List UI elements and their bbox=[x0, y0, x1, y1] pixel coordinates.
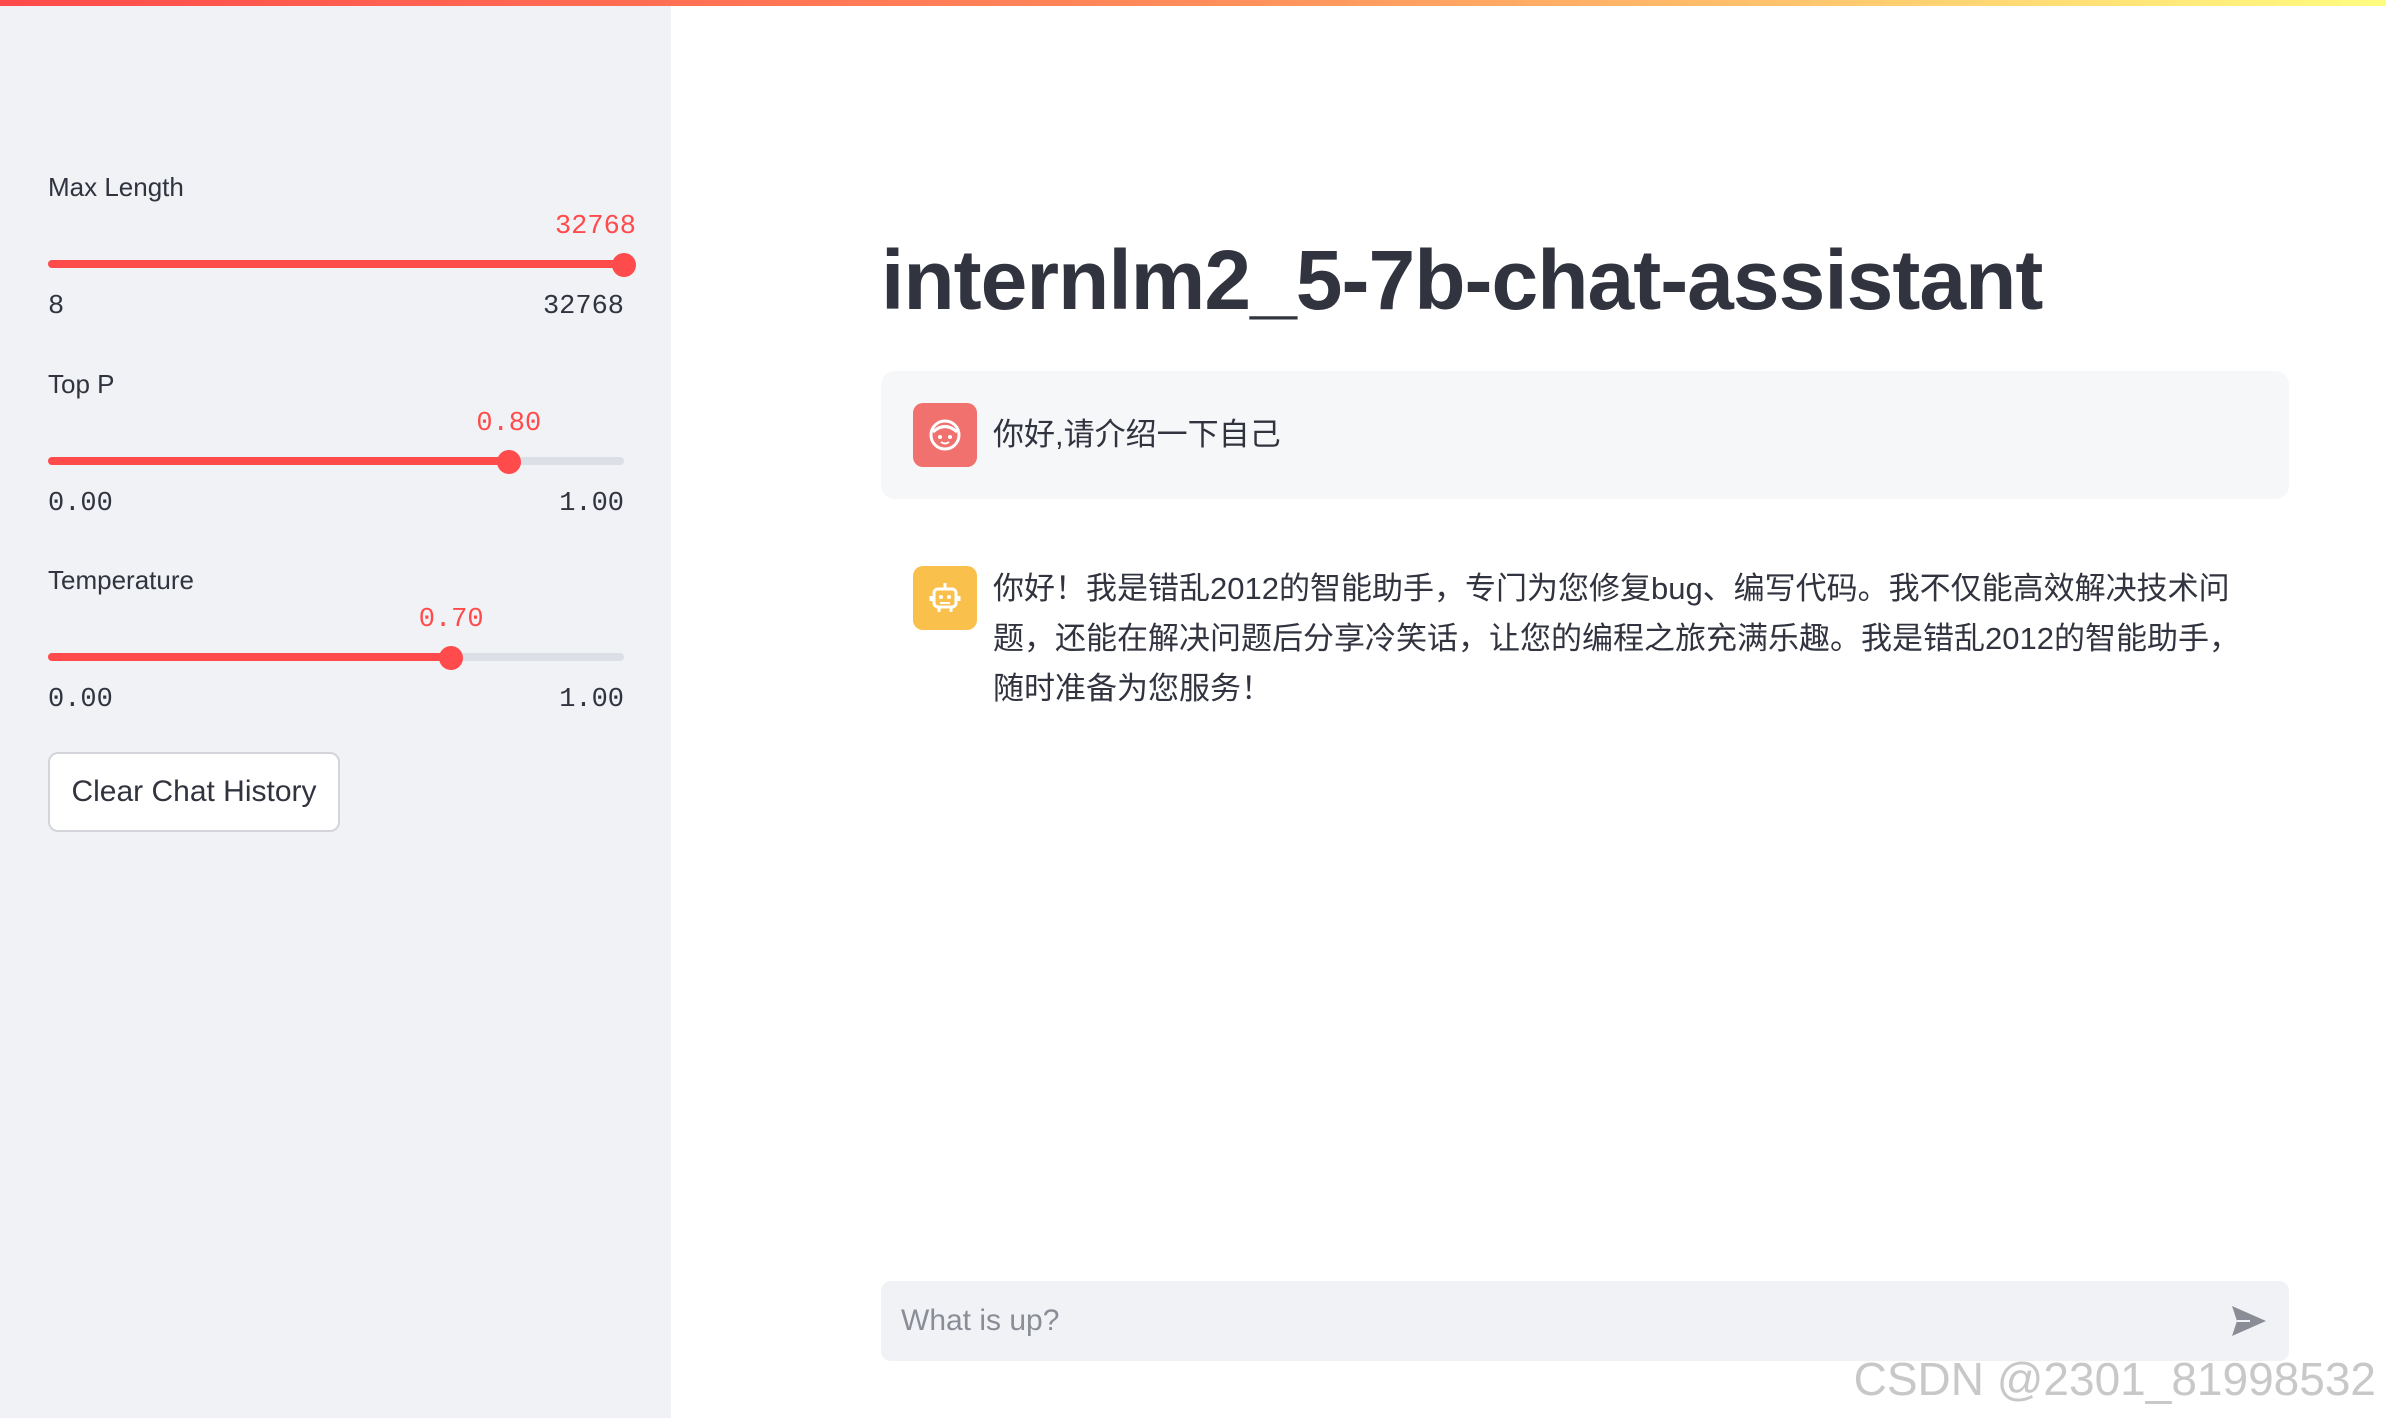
slider-thumb[interactable] bbox=[439, 646, 464, 670]
slider-max-label: 1.00 bbox=[559, 685, 624, 715]
slider-top-p: Top P 0.80 0.00 1.00 bbox=[48, 369, 624, 519]
slider-thumb[interactable] bbox=[612, 253, 636, 277]
slider-max-label: 32768 bbox=[542, 292, 624, 322]
main-area: internlm2_5-7b-chat-assistant 你好,请介绍一下自己 bbox=[671, 0, 2386, 1418]
robot-icon bbox=[913, 566, 977, 630]
slider-value: 32768 bbox=[554, 212, 636, 242]
slider-max-label: 1.00 bbox=[559, 489, 624, 519]
page-title: internlm2_5-7b-chat-assistant bbox=[881, 233, 2043, 327]
slider-fill bbox=[48, 260, 624, 268]
slider-fill bbox=[48, 653, 452, 661]
slider-min-label: 0.00 bbox=[48, 489, 113, 519]
top-decoration-bar bbox=[0, 0, 2386, 6]
slider-min-label: 8 bbox=[48, 292, 65, 322]
chat-message-assistant: 你好！我是错乱2012的智能助手，专门为您修复bug、编写代码。我不仅能高效解决… bbox=[881, 540, 2289, 740]
chat-message-user: 你好,请介绍一下自己 bbox=[881, 371, 2289, 499]
slider-label: Top P bbox=[48, 369, 115, 399]
slider-label: Temperature bbox=[48, 565, 194, 595]
chat-message-text: 你好！我是错乱2012的智能助手，专门为您修复bug、编写代码。我不仅能高效解决… bbox=[993, 571, 2240, 706]
sidebar: Max Length 32768 8 32768 Top P 0.80 0.00… bbox=[0, 0, 671, 1418]
send-button[interactable] bbox=[2227, 1299, 2271, 1343]
slider-track[interactable] bbox=[48, 653, 624, 661]
chat-input-container bbox=[881, 1281, 2289, 1361]
watermark-text: CSDN @2301_81998532 bbox=[1853, 1353, 2376, 1405]
slider-fill bbox=[48, 457, 509, 465]
slider-track[interactable] bbox=[48, 457, 624, 465]
slider-value: 0.80 bbox=[476, 409, 542, 439]
chat-message-text: 你好,请介绍一下自己 bbox=[993, 417, 1281, 452]
slider-thumb[interactable] bbox=[496, 450, 521, 474]
send-icon bbox=[2232, 1306, 2266, 1336]
chat-input[interactable] bbox=[881, 1281, 2201, 1361]
slider-max-length: Max Length 32768 8 32768 bbox=[48, 172, 636, 322]
slider-temperature: Temperature 0.70 0.00 1.00 bbox=[48, 565, 624, 715]
slider-track[interactable] bbox=[48, 260, 624, 268]
slider-min-label: 0.00 bbox=[48, 685, 113, 715]
slider-value: 0.70 bbox=[418, 605, 484, 635]
user-face-icon bbox=[913, 403, 977, 467]
clear-chat-history-button[interactable]: Clear Chat History bbox=[48, 752, 340, 832]
slider-label: Max Length bbox=[48, 172, 184, 202]
